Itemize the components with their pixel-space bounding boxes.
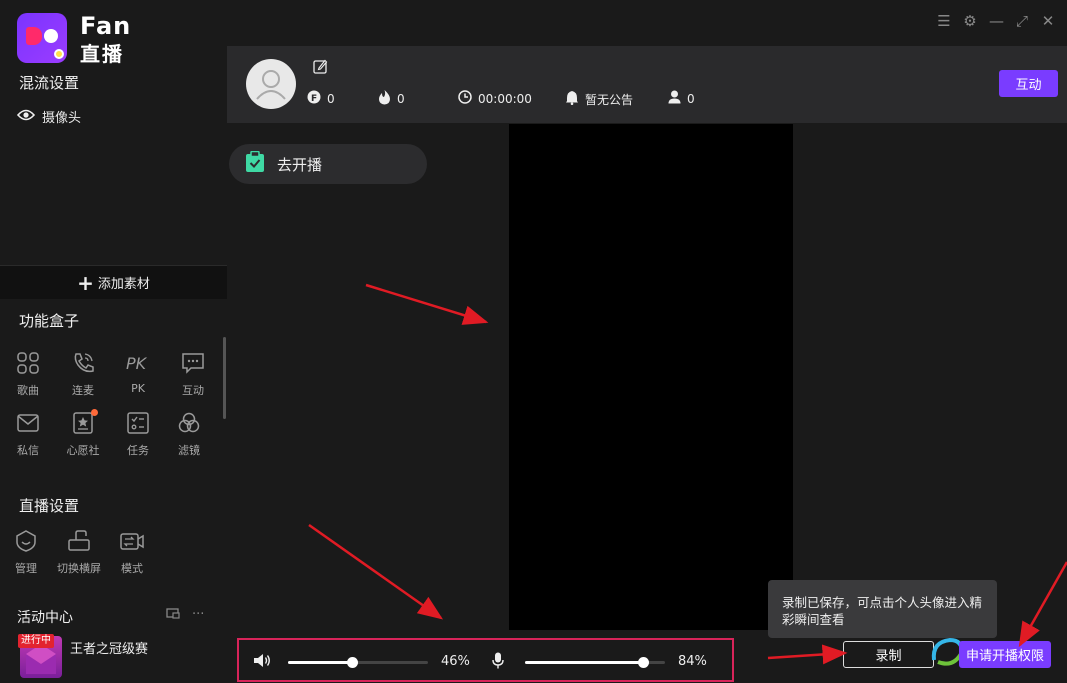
tool-filter[interactable]: 滤镜 [169, 410, 209, 458]
speaker-volume-slider[interactable] [288, 657, 428, 668]
window-icon[interactable] [166, 607, 180, 623]
speaker-volume-thumb[interactable] [347, 657, 359, 668]
checklist-icon [127, 412, 149, 434]
go-live-label: 去开播 [277, 155, 323, 174]
minimize-icon[interactable]: — [989, 12, 1004, 30]
setting-rotate-screen[interactable]: 切换横屏 [52, 528, 106, 576]
shield-icon [16, 530, 36, 552]
camera-switch-icon [120, 533, 144, 550]
setting-mode[interactable]: 模式 [112, 528, 152, 576]
tool-label: 私信 [17, 444, 39, 457]
tool-label: PK [131, 382, 145, 395]
tool-label: 连麦 [72, 384, 94, 397]
arrow-to-preview [365, 283, 489, 325]
phone-icon [74, 353, 94, 373]
audio-controls: 46% 84% [237, 638, 734, 682]
close-icon[interactable]: ✕ [1041, 12, 1055, 30]
setting-label: 管理 [15, 562, 37, 575]
announcement-text: 暂无公告 [585, 92, 634, 107]
window-controls: ☰ ⚙ — ⤢ ✕ [937, 12, 1055, 30]
camera-source[interactable]: 摄像头 [16, 107, 82, 126]
coin-stat: F 0 [307, 90, 335, 107]
tool-label: 心愿社 [66, 444, 100, 457]
sidebar: Fan 直播 混流设置 摄像头 + 添加素材 功能盒子 歌曲 连麦 PK PK … [0, 0, 227, 683]
mic-volume-slider[interactable] [525, 657, 665, 668]
duration-stat: 00:00:00 [458, 90, 532, 107]
grid-icon [17, 352, 39, 374]
chat-icon [182, 353, 204, 374]
gear-icon[interactable]: ⚙ [963, 12, 977, 30]
tool-label: 歌曲 [17, 384, 39, 397]
tool-label: 任务 [127, 444, 149, 457]
arrow-to-apply [1018, 561, 1067, 648]
tool-songs[interactable]: 歌曲 [8, 350, 48, 398]
mic-volume-value: 84% [678, 654, 707, 669]
add-material-button[interactable]: + 添加素材 [0, 265, 227, 299]
duration-value: 00:00:00 [478, 91, 532, 106]
streamer-header: F 0 0 00:00:00 暂无公告 0 互动 [227, 46, 1067, 123]
filter-icon [178, 412, 200, 433]
add-material-label: 添加素材 [97, 277, 150, 292]
fire-icon [378, 90, 391, 108]
pk-icon: PK [126, 354, 148, 373]
edit-icon[interactable] [313, 59, 328, 78]
eye-icon[interactable] [16, 109, 36, 125]
tool-interact[interactable]: 互动 [173, 350, 213, 398]
interact-button[interactable]: 互动 [999, 70, 1058, 97]
function-box-title: 功能盒子 [19, 312, 80, 330]
activity-center-title: 活动中心 [17, 610, 73, 626]
maximize-icon[interactable]: ⤢ [1015, 12, 1029, 30]
clipboard-icon [245, 150, 265, 177]
microphone-icon[interactable] [492, 652, 504, 673]
mail-icon [17, 414, 39, 432]
brand-subtitle: 直播 [80, 42, 124, 66]
apply-live-permission-button[interactable]: 申请开播权限 [959, 641, 1051, 668]
tool-tasks[interactable]: 任务 [118, 410, 158, 458]
user-icon [668, 90, 681, 107]
arrow-to-controls [308, 523, 444, 620]
speaker-volume-value: 46% [441, 654, 470, 669]
tool-wish-club[interactable]: 心愿社 [63, 410, 103, 458]
avatar[interactable] [246, 59, 296, 109]
live-settings-title: 直播设置 [19, 497, 80, 515]
tool-private-message[interactable]: 私信 [8, 410, 48, 458]
popularity-stat: 0 [378, 90, 405, 108]
event-status-badge: 进行中 [18, 634, 54, 648]
app-logo [17, 13, 67, 63]
menu-icon[interactable]: ☰ [937, 12, 951, 30]
mic-volume-thumb[interactable] [637, 657, 649, 668]
svg-text:PK: PK [126, 354, 148, 373]
brand-name: Fan [80, 12, 132, 40]
tool-pk[interactable]: PK PK [118, 350, 158, 395]
setting-label: 切换横屏 [57, 562, 101, 575]
rotate-icon [68, 530, 90, 551]
bell-icon [565, 90, 579, 108]
record-button[interactable]: 录制 [843, 641, 934, 668]
tool-label: 滤镜 [178, 444, 200, 457]
popularity-value: 0 [397, 92, 405, 106]
viewer-stat: 0 [668, 90, 695, 107]
arrow-to-record [767, 644, 848, 665]
event-name[interactable]: 王者之冠级赛 [70, 638, 148, 657]
coin-icon: F [307, 90, 321, 107]
setting-manage[interactable]: 管理 [6, 528, 46, 576]
record-saved-toast: 录制已保存，可点击个人头像进入精彩瞬间查看 [768, 580, 997, 638]
stream-preview[interactable] [509, 124, 793, 630]
notification-dot [91, 409, 98, 416]
viewer-count: 0 [687, 91, 695, 106]
tool-label: 互动 [182, 384, 204, 397]
coin-value: 0 [327, 91, 335, 106]
speaker-icon[interactable] [253, 653, 271, 672]
go-live-button[interactable]: 去开播 [229, 144, 427, 184]
plus-icon: + [77, 270, 94, 295]
sidebar-scrollbar[interactable] [223, 337, 226, 419]
svg-text:F: F [311, 94, 317, 104]
tool-co-host[interactable]: 连麦 [63, 350, 103, 398]
mix-settings-title: 混流设置 [19, 74, 80, 92]
more-icon[interactable]: ··· [192, 607, 204, 623]
setting-label: 模式 [121, 562, 143, 575]
announcement-stat[interactable]: 暂无公告 [565, 90, 633, 108]
camera-label: 摄像头 [42, 111, 82, 126]
clock-icon [458, 90, 472, 107]
